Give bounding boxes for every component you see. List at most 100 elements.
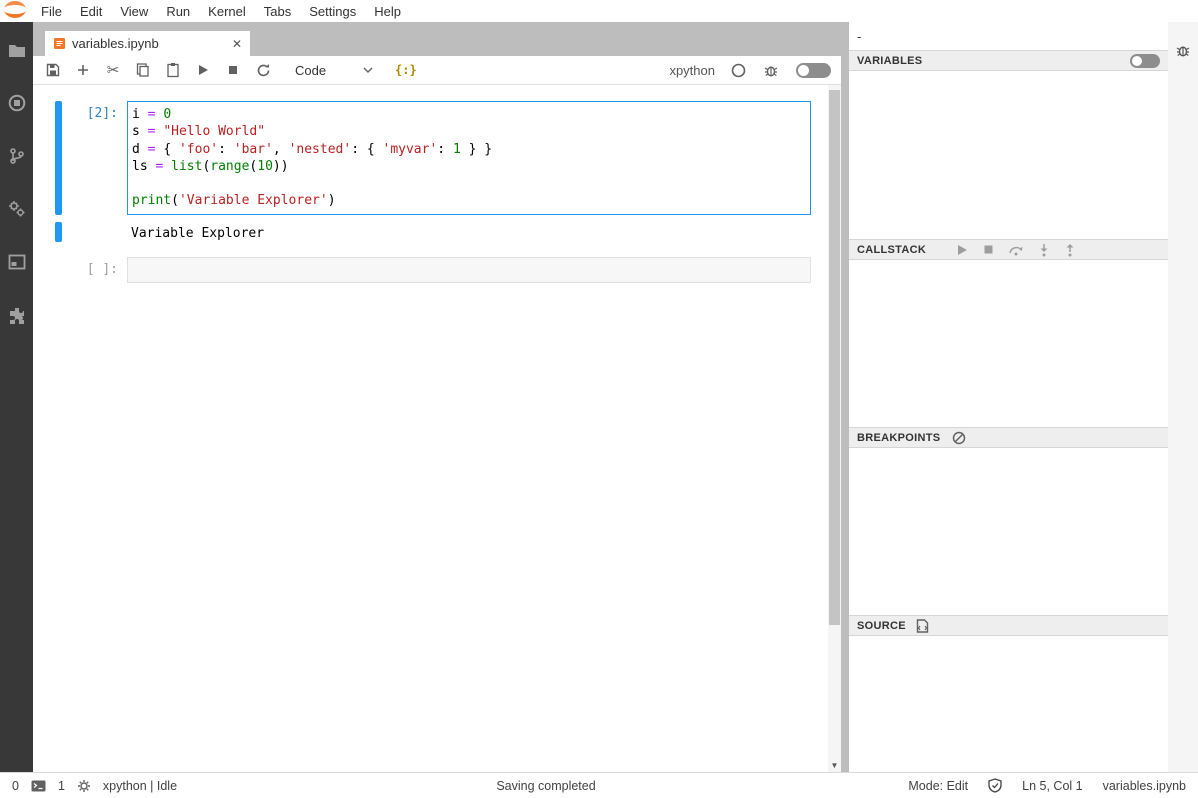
cell-type-select[interactable]: Code	[291, 59, 377, 81]
menu-view[interactable]: View	[111, 4, 157, 19]
output-prompt	[62, 222, 127, 245]
source-file-icon	[916, 619, 929, 633]
file-browser-tab[interactable]	[7, 40, 27, 60]
tab-bar: variables.ipynb ✕	[33, 22, 841, 56]
variables-label: VARIABLES	[857, 55, 922, 67]
source-section-header[interactable]: SOURCE	[849, 615, 1168, 636]
empty-collapser	[55, 257, 62, 283]
cursor-position[interactable]: Ln 5, Col 1	[1022, 779, 1082, 793]
debugger-panel-title: -	[849, 22, 1168, 50]
toc-tab[interactable]	[7, 252, 27, 272]
plus-icon	[75, 62, 91, 78]
continue-button[interactable]	[956, 244, 969, 256]
input-collapser[interactable]	[55, 101, 62, 215]
status-message: Saving completed	[496, 779, 595, 793]
breakpoints-label: BREAKPOINTS	[857, 432, 940, 444]
gears-icon	[8, 200, 26, 218]
output-collapser[interactable]	[55, 222, 62, 242]
notebook-scrollbar[interactable]: ▼	[828, 85, 841, 772]
menu-run[interactable]: Run	[157, 4, 199, 19]
menu-tabs[interactable]: Tabs	[255, 4, 300, 19]
debugger-panel: - VARIABLES CALLSTACK	[849, 22, 1168, 772]
callstack-section-body	[849, 260, 1168, 427]
terminal-icon[interactable]	[31, 780, 46, 792]
interrupt-kernel-button[interactable]	[221, 58, 245, 82]
toolbar-toggle-switch[interactable]	[796, 63, 831, 78]
terminate-icon	[983, 244, 994, 255]
save-icon	[45, 62, 61, 78]
menu-bar: File Edit View Run Kernel Tabs Settings …	[0, 0, 1198, 22]
puzzle-icon	[8, 306, 26, 324]
git-tab[interactable]	[7, 146, 27, 166]
empty-cell[interactable]: [ ]:	[55, 257, 841, 283]
run-cell-button[interactable]	[191, 58, 215, 82]
paste-cells-button[interactable]	[161, 58, 185, 82]
menu-file[interactable]: File	[32, 4, 71, 19]
kernels-count[interactable]: 1	[58, 779, 65, 793]
insert-cell-button[interactable]	[71, 58, 95, 82]
step-in-button[interactable]	[1038, 243, 1050, 257]
extensions-tab[interactable]	[7, 305, 27, 325]
scrollbar-thumb[interactable]	[829, 90, 840, 625]
scroll-down-arrow-icon[interactable]: ▼	[828, 761, 841, 770]
copy-cells-button[interactable]	[131, 58, 155, 82]
bug-icon	[763, 62, 779, 78]
circle-slash-icon	[952, 431, 966, 445]
bug-icon	[1175, 42, 1191, 58]
left-sidebar	[0, 22, 33, 772]
kernel-status-icon	[731, 63, 746, 78]
menu-kernel[interactable]: Kernel	[199, 4, 255, 19]
terminate-button[interactable]	[983, 244, 994, 255]
step-out-button[interactable]	[1064, 243, 1076, 257]
panel-splitter[interactable]	[841, 22, 849, 772]
kernel-gear-icon[interactable]	[77, 779, 91, 793]
empty-prompt: [ ]:	[62, 257, 127, 283]
editor-mode[interactable]: Mode: Edit	[908, 779, 968, 793]
debugger-sidebar-tab[interactable]	[1175, 42, 1191, 61]
restart-kernel-button[interactable]	[251, 58, 275, 82]
toggle-knob	[798, 65, 809, 76]
folder-icon	[8, 43, 26, 58]
copy-icon	[135, 62, 151, 78]
step-in-icon	[1038, 243, 1050, 257]
source-section-body	[849, 636, 1168, 772]
right-sidebar	[1168, 22, 1198, 772]
tab-variables-ipynb[interactable]: variables.ipynb ✕	[45, 31, 250, 56]
debugger-toggle-button[interactable]	[762, 61, 780, 79]
variables-section-header[interactable]: VARIABLES	[849, 50, 1168, 71]
run-icon	[196, 63, 210, 77]
step-over-icon	[1008, 244, 1024, 256]
menu-edit[interactable]: Edit	[71, 4, 111, 19]
close-icon[interactable]: ✕	[232, 37, 242, 51]
callstack-label: CALLSTACK	[857, 244, 926, 256]
step-out-icon	[1064, 243, 1076, 257]
jupyter-logo-icon	[2, 1, 32, 21]
empty-code-editor[interactable]	[127, 257, 811, 283]
breakpoints-section-body	[849, 448, 1168, 615]
format-notebook-button[interactable]: {:}	[395, 63, 417, 77]
code-editor[interactable]: i = 0s = "Hello World"d = { 'foo': 'bar'…	[127, 101, 811, 215]
property-inspector-tab[interactable]	[7, 199, 27, 219]
save-button[interactable]	[41, 58, 65, 82]
step-over-button[interactable]	[1008, 244, 1024, 256]
open-source-button[interactable]	[916, 619, 929, 633]
running-sessions-tab[interactable]	[7, 93, 27, 113]
status-bar: 0 1 xpython | Idle Saving completed Mode…	[0, 772, 1198, 798]
kernel-status-text[interactable]: xpython | Idle	[103, 779, 177, 793]
remove-breakpoints-button[interactable]	[952, 431, 966, 445]
toggle-knob	[1132, 56, 1142, 66]
terminals-count[interactable]: 0	[12, 779, 19, 793]
code-cell[interactable]: [2]: i = 0s = "Hello World"d = { 'foo': …	[55, 101, 841, 215]
execution-prompt: [2]:	[62, 101, 127, 215]
active-filename: variables.ipynb	[1103, 779, 1186, 793]
breakpoints-section-header[interactable]: BREAKPOINTS	[849, 427, 1168, 448]
menu-settings[interactable]: Settings	[300, 4, 365, 19]
continue-icon	[956, 244, 969, 256]
callstack-section-header[interactable]: CALLSTACK	[849, 239, 1168, 260]
menu-help[interactable]: Help	[365, 4, 410, 19]
cut-cells-button[interactable]: ✂	[101, 58, 125, 82]
kernel-name[interactable]: xpython	[669, 63, 715, 78]
output-cell: Variable Explorer	[55, 222, 841, 245]
trust-shield-icon[interactable]	[988, 778, 1002, 793]
variables-view-toggle[interactable]	[1130, 54, 1160, 68]
